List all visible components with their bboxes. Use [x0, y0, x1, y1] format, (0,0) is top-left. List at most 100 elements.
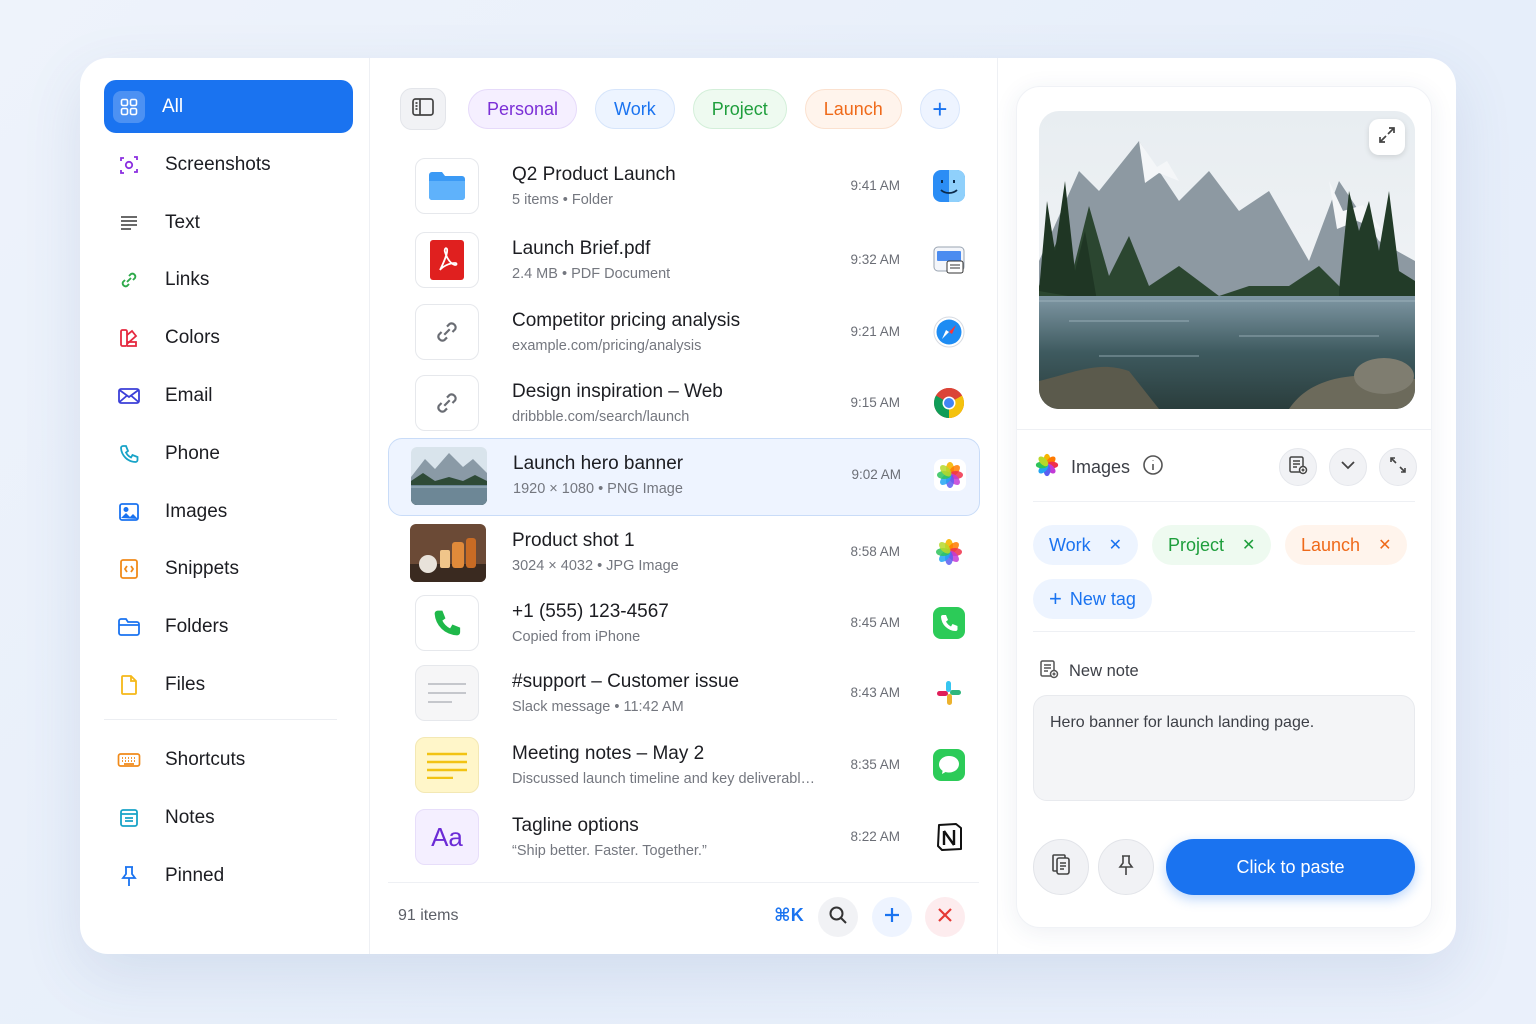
phone-icon	[116, 441, 142, 467]
tag-launch[interactable]: Launch ✕	[1285, 525, 1408, 565]
collapse-button[interactable]	[1329, 448, 1367, 486]
item-subtitle: 3024 × 4032 • JPG Image	[512, 558, 679, 574]
list-item[interactable]: Product shot 1 3024 × 4032 • JPG Image 8…	[388, 516, 980, 588]
pin-icon	[1115, 854, 1137, 881]
item-time: 9:02 AM	[851, 467, 901, 482]
item-subtitle: Slack message • 11:42 AM	[512, 699, 684, 715]
link-thumbnail	[415, 304, 479, 360]
sidebar-item-label: Phone	[165, 442, 220, 464]
photos-icon	[934, 459, 966, 491]
sidebar-item-files[interactable]: Files	[104, 659, 353, 711]
toggle-sidebar-button[interactable]	[400, 88, 446, 130]
list-item[interactable]: Launch Brief.pdf 2.4 MB • PDF Document 9…	[388, 224, 980, 296]
keyboard-icon	[116, 747, 142, 773]
search-button[interactable]	[818, 897, 858, 937]
new-tag-button[interactable]: + New tag	[1033, 579, 1152, 619]
resize-button[interactable]	[1379, 448, 1417, 486]
chrome-icon	[933, 387, 965, 419]
detail-card: Images Work ✕ Project ✕ Launch ✕ + New t…	[1016, 86, 1432, 928]
sidebar-item-label: Shortcuts	[165, 748, 246, 770]
pin-button[interactable]	[1098, 839, 1154, 895]
sidebar-item-folders[interactable]: Folders	[104, 601, 353, 653]
tag-filter-bar: Personal Work Project Launch +	[400, 88, 960, 130]
sidebar-item-snippets[interactable]: Snippets	[104, 543, 353, 595]
sidebar-item-email[interactable]: Email	[104, 370, 353, 422]
tag-label: Work	[1049, 534, 1091, 555]
sidebar-item-notes[interactable]: Notes	[104, 792, 353, 844]
note-label: New note	[1069, 662, 1139, 680]
sidebar-toggle-icon	[411, 97, 435, 122]
tag-filter-launch[interactable]: Launch	[804, 89, 902, 129]
command-k-shortcut[interactable]: ⌘K	[774, 905, 804, 926]
note-icon	[116, 805, 142, 831]
phone-app-icon	[933, 607, 965, 639]
remove-tag-icon[interactable]: ✕	[1378, 535, 1391, 555]
messages-icon	[933, 749, 965, 781]
list-item[interactable]: Meeting notes – May 2 Discussed launch t…	[388, 729, 980, 801]
mountain-image-thumbnail	[411, 447, 487, 505]
sidebar-item-text[interactable]: Text	[104, 197, 353, 249]
sidebar-item-links[interactable]: Links	[104, 254, 353, 306]
resize-icon	[1389, 456, 1407, 479]
list-item[interactable]: Design inspiration – Web dribbble.com/se…	[388, 367, 980, 439]
list-item-selected[interactable]: Launch hero banner 1920 × 1080 • PNG Ima…	[388, 438, 980, 516]
plus-icon: +	[932, 93, 948, 124]
action-buttons: Click to paste	[1033, 839, 1415, 895]
tag-label: Project	[1168, 534, 1225, 555]
tag-project[interactable]: Project ✕	[1152, 525, 1272, 565]
item-subtitle: 1920 × 1080 • PNG Image	[513, 481, 683, 497]
sidebar-item-colors[interactable]: Colors	[104, 312, 353, 364]
item-subtitle: 5 items • Folder	[512, 192, 613, 208]
note-textarea[interactable]: Hero banner for launch landing page.	[1033, 695, 1415, 801]
product-image-thumbnail	[410, 524, 486, 582]
remove-tag-icon[interactable]: ✕	[1242, 535, 1255, 555]
tag-filter-personal[interactable]: Personal	[468, 89, 578, 129]
expand-icon	[1378, 126, 1396, 149]
list-item[interactable]: Q2 Product Launch 5 items • Folder 9:41 …	[388, 150, 980, 222]
divider	[1033, 501, 1415, 502]
preview-app-icon	[933, 244, 965, 276]
list-item[interactable]: Aa Tagline options “Ship better. Faster.…	[388, 801, 980, 873]
category-row: Images	[1035, 447, 1417, 487]
add-note-button[interactable]	[1279, 448, 1317, 486]
list-item[interactable]: +1 (555) 123-4567 Copied from iPhone 8:4…	[388, 587, 980, 659]
item-time: 9:15 AM	[850, 395, 900, 410]
copy-button[interactable]	[1033, 839, 1089, 895]
item-title: Meeting notes – May 2	[512, 743, 705, 764]
text-thumbnail	[415, 665, 479, 721]
add-item-button[interactable]	[872, 897, 912, 937]
tag-filter-project[interactable]: Project	[692, 89, 787, 129]
tag-work[interactable]: Work ✕	[1033, 525, 1139, 565]
fullscreen-button[interactable]	[1369, 119, 1405, 155]
close-button[interactable]	[925, 897, 965, 937]
code-snippet-icon	[116, 556, 142, 582]
sidebar-item-images[interactable]: Images	[104, 486, 353, 538]
info-icon[interactable]	[1142, 454, 1164, 481]
sidebar-item-pinned[interactable]: Pinned	[104, 850, 353, 902]
image-icon	[116, 499, 142, 525]
pdf-thumbnail	[415, 232, 479, 288]
sidebar-item-screenshots[interactable]: Screenshots	[104, 139, 353, 191]
list-item[interactable]: Competitor pricing analysis example.com/…	[388, 296, 980, 368]
screenshot-icon	[116, 152, 142, 178]
sidebar-item-phone[interactable]: Phone	[104, 428, 353, 480]
chevron-down-icon	[1339, 456, 1357, 479]
item-time: 8:45 AM	[850, 615, 900, 630]
plus-icon: +	[1049, 586, 1062, 611]
sidebar-item-shortcuts[interactable]: Shortcuts	[104, 734, 353, 786]
tag-filter-work[interactable]: Work	[595, 89, 675, 129]
item-title: Launch hero banner	[513, 453, 684, 474]
item-time: 9:41 AM	[850, 178, 900, 193]
item-title: Design inspiration – Web	[512, 381, 723, 402]
list-item[interactable]: #support – Customer issue Slack message …	[388, 657, 980, 729]
tag-label: Launch	[1301, 534, 1361, 555]
notion-icon	[933, 821, 965, 853]
add-tag-filter-button[interactable]: +	[919, 89, 960, 129]
category-label: Images	[1071, 456, 1131, 477]
sidebar-item-all[interactable]: All	[104, 80, 353, 133]
note-add-icon	[1039, 659, 1059, 684]
sidebar-item-label: Files	[165, 673, 206, 695]
remove-tag-icon[interactable]: ✕	[1109, 535, 1122, 555]
link-thumbnail	[415, 375, 479, 431]
click-to-paste-button[interactable]: Click to paste	[1166, 839, 1415, 895]
